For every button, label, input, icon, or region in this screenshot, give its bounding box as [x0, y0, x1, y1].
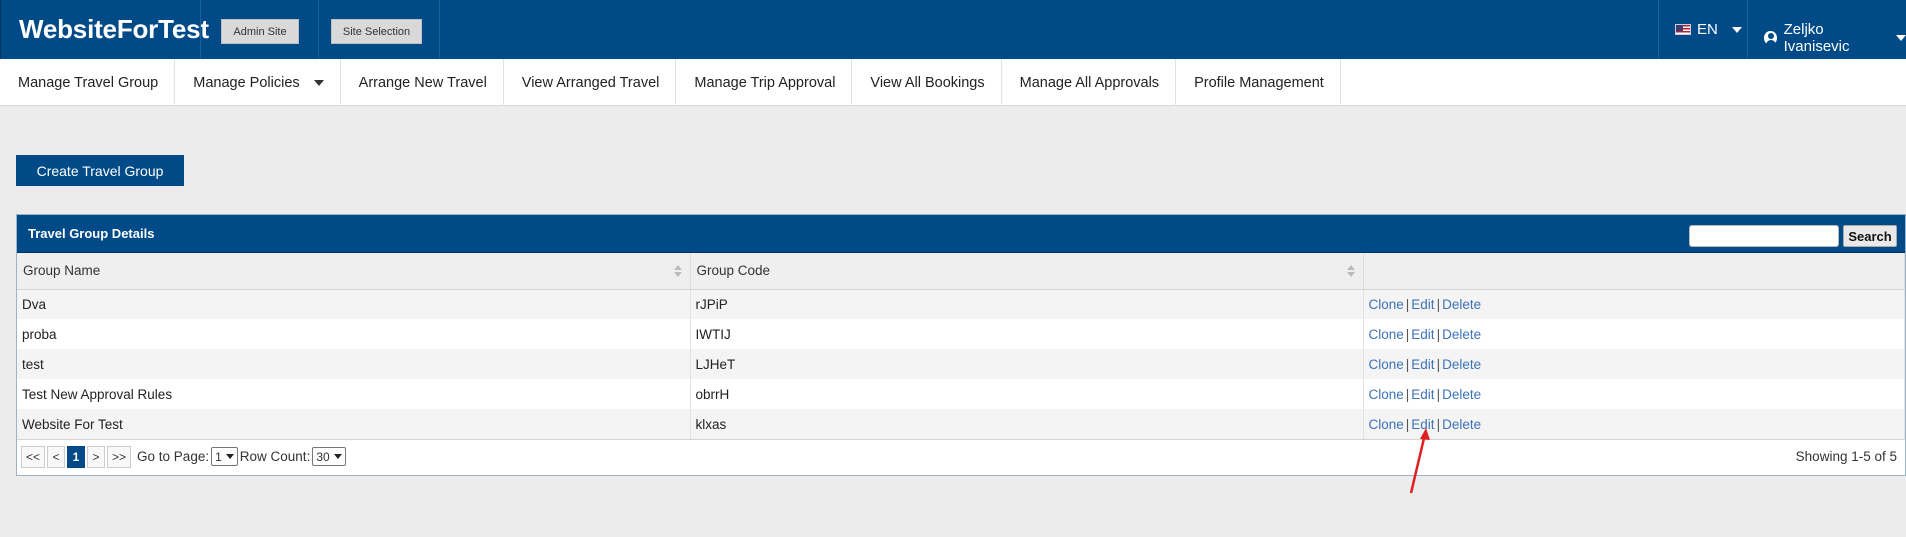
next-page-button[interactable]: >: [87, 445, 106, 468]
main-nav: Manage Travel Group Manage Policies Arra…: [0, 59, 1906, 106]
group-name-cell: Dva: [17, 289, 691, 319]
nav-view-arranged-travel[interactable]: View Arranged Travel: [504, 59, 677, 106]
group-name-cell: Test New Approval Rules: [17, 379, 691, 409]
nav-manage-trip-approval[interactable]: Manage Trip Approval: [676, 59, 853, 106]
user-name: Zeljko Ivanisevic: [1783, 21, 1850, 55]
table-row: Test New Approval Rules obrrH Clone | Edit…: [17, 379, 1905, 409]
search-input[interactable]: [1689, 225, 1839, 247]
actions-cell: Clone | Edit | Delete: [1363, 349, 1905, 379]
sort-icon[interactable]: [673, 265, 682, 277]
user-avatar-icon: [1764, 31, 1777, 45]
goto-page-select[interactable]: 1: [211, 447, 238, 466]
sort-icon[interactable]: [1346, 265, 1355, 277]
row-count-select[interactable]: 30: [312, 447, 346, 466]
chevron-down-icon: [1731, 26, 1742, 33]
nav-arrange-new-travel[interactable]: Arrange New Travel: [341, 59, 504, 106]
clone-link[interactable]: Clone: [1369, 297, 1404, 312]
delete-link[interactable]: Delete: [1442, 387, 1481, 402]
group-code-cell: klxas: [690, 409, 1364, 439]
group-code-cell: LJHeT: [690, 349, 1364, 379]
last-page-button[interactable]: >>: [107, 445, 132, 468]
column-header-actions: [1363, 253, 1905, 290]
travel-group-panel: Travel Group Details Search Group Name G…: [16, 214, 1906, 476]
group-name-cell: Website For Test: [17, 409, 691, 439]
clone-link[interactable]: Clone: [1369, 357, 1404, 372]
admin-site-button[interactable]: Admin Site: [221, 19, 299, 44]
header-divider: [1658, 0, 1659, 59]
goto-page-label: Go to Page:: [137, 449, 210, 464]
chevron-down-icon: [225, 454, 234, 459]
language-label: EN: [1697, 21, 1718, 38]
nav-view-all-bookings[interactable]: View All Bookings: [852, 59, 1002, 106]
header-divider: [1747, 0, 1748, 59]
row-count-label: Row Count:: [239, 449, 311, 464]
group-code-cell: obrrH: [690, 379, 1364, 409]
arrow-shaft: [1409, 433, 1427, 494]
current-page-button[interactable]: 1: [67, 445, 86, 468]
arrow-head: [1420, 428, 1430, 440]
delete-link[interactable]: Delete: [1442, 327, 1481, 342]
panel-header: Travel Group Details Search: [17, 215, 1905, 253]
edit-link[interactable]: Edit: [1411, 357, 1434, 372]
pagination-bar: << < 1 > >> Go to Page: 1 Row Count: 30 …: [17, 439, 1905, 473]
table-row: proba IWTIJ Clone | Edit | Delete: [17, 319, 1905, 349]
clone-link[interactable]: Clone: [1369, 387, 1404, 402]
prev-page-button[interactable]: <: [47, 445, 66, 468]
chevron-down-icon: [1896, 35, 1906, 41]
nav-profile-management[interactable]: Profile Management: [1176, 59, 1341, 106]
actions-cell: Clone | Edit | Delete: [1363, 319, 1905, 349]
table-row: test LJHeT Clone | Edit | Delete: [17, 349, 1905, 379]
header-divider: [200, 0, 201, 59]
user-menu[interactable]: Zeljko Ivanisevic: [1764, 21, 1906, 55]
table-row: Dva rJPiP Clone | Edit | Delete: [17, 289, 1905, 319]
chevron-down-icon: [313, 79, 324, 86]
edit-link[interactable]: Edit: [1411, 387, 1434, 402]
table-row: Website For Test klxas Clone | Edit | Delete: [17, 409, 1905, 439]
group-name-cell: proba: [17, 319, 691, 349]
column-header-group-code[interactable]: Group Code: [690, 253, 1364, 290]
actions-cell: Clone | Edit | Delete: [1363, 379, 1905, 409]
top-header: WebsiteForTest Admin Site Site Selection…: [0, 0, 1906, 59]
site-selection-button[interactable]: Site Selection: [331, 19, 422, 44]
brand-logo[interactable]: WebsiteForTest: [19, 14, 209, 45]
nav-manage-travel-group[interactable]: Manage Travel Group: [0, 59, 176, 106]
actions-cell: Clone | Edit | Delete: [1363, 289, 1905, 319]
group-code-cell: IWTIJ: [690, 319, 1364, 349]
group-code-cell: rJPiP: [690, 289, 1364, 319]
annotation-arrow-icon: [1409, 428, 1430, 494]
header-divider: [439, 0, 440, 59]
create-travel-group-button[interactable]: Create Travel Group: [16, 155, 184, 186]
edit-link[interactable]: Edit: [1411, 297, 1434, 312]
clone-link[interactable]: Clone: [1369, 417, 1404, 432]
delete-link[interactable]: Delete: [1442, 297, 1481, 312]
us-flag-icon: [1675, 24, 1691, 35]
first-page-button[interactable]: <<: [21, 445, 46, 468]
search-button[interactable]: Search: [1843, 225, 1897, 247]
language-selector[interactable]: EN: [1675, 21, 1742, 38]
nav-manage-policies[interactable]: Manage Policies: [175, 59, 341, 106]
header-divider: [318, 0, 319, 59]
delete-link[interactable]: Delete: [1442, 357, 1481, 372]
panel-title: Travel Group Details: [28, 226, 155, 241]
group-name-cell: test: [17, 349, 691, 379]
showing-count: Showing 1-5 of 5: [1795, 449, 1897, 464]
travel-group-table: Group Name Group Code Dva rJPiP Clone | Ed…: [17, 253, 1905, 439]
clone-link[interactable]: Clone: [1369, 327, 1404, 342]
edit-link[interactable]: Edit: [1411, 327, 1434, 342]
nav-manage-all-approvals[interactable]: Manage All Approvals: [1002, 59, 1177, 106]
chevron-down-icon: [333, 454, 342, 459]
column-header-group-name[interactable]: Group Name: [17, 253, 691, 290]
